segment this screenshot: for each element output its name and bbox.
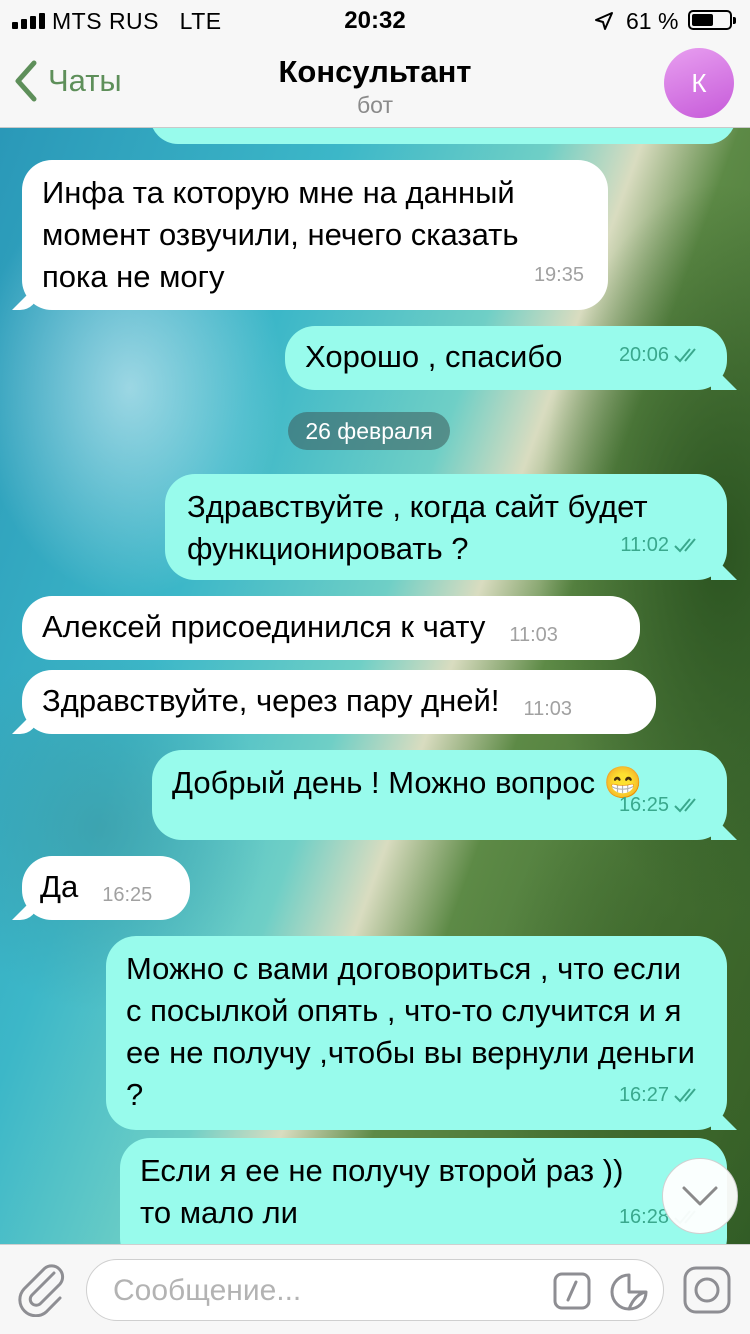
message-text: Здравствуйте, через пару дней! 11:03 bbox=[42, 683, 573, 720]
slash-command-icon bbox=[553, 1272, 591, 1310]
message-text: Если я ее не получу второй раз )) то мал… bbox=[140, 1153, 624, 1230]
double-check-icon bbox=[674, 1088, 696, 1103]
paperclip-icon bbox=[18, 1264, 65, 1318]
message-field[interactable] bbox=[86, 1259, 664, 1321]
message-bubble-incoming[interactable]: Инфа та которую мне на данный момент озв… bbox=[22, 160, 608, 310]
message-bubble-outgoing[interactable]: Если я ее не получу второй раз )) то мал… bbox=[120, 1138, 727, 1244]
message-time: 16:25 bbox=[102, 884, 153, 906]
message-time: 19:35 bbox=[533, 264, 584, 286]
message-bubble-incoming[interactable]: Алексей присоединился к чату 11:03 bbox=[22, 596, 640, 660]
attach-button[interactable] bbox=[16, 1263, 68, 1322]
chat-subtitle: бот bbox=[357, 92, 393, 118]
message-bubble-incoming[interactable]: Да 16:25 bbox=[22, 856, 190, 920]
message-time: 16:25 bbox=[619, 784, 703, 826]
message-time: 11:03 bbox=[509, 624, 558, 646]
message-time: 11:02 bbox=[620, 524, 703, 566]
message-bubble-outgoing[interactable]: Здравствуйте , когда сайт будет функцион… bbox=[165, 474, 727, 580]
message-time: 16:27 bbox=[619, 1074, 703, 1116]
location-arrow-icon bbox=[594, 10, 614, 37]
double-check-icon bbox=[674, 798, 696, 813]
message-text: Можно с вами договориться , что если с п… bbox=[126, 951, 695, 1112]
battery-percent: 61 % bbox=[626, 8, 679, 34]
double-check-icon bbox=[674, 538, 696, 553]
message-bubble-partial bbox=[150, 128, 736, 144]
message-bubble-outgoing[interactable]: Добрый день ! Можно вопрос 😁 16:25 bbox=[152, 750, 727, 840]
chat-header: Чаты Консультант бот К bbox=[0, 40, 750, 128]
message-input[interactable] bbox=[111, 1270, 535, 1312]
message-bubble-incoming[interactable]: Здравствуйте, через пару дней! 11:03 bbox=[22, 670, 656, 734]
avatar-letter: К bbox=[691, 67, 707, 98]
battery-icon bbox=[688, 10, 736, 30]
date-separator: 26 февраля bbox=[288, 412, 450, 450]
camera-icon bbox=[683, 1266, 731, 1314]
sticker-icon bbox=[610, 1273, 648, 1311]
status-bar: MTS RUS LTE 20:32 61 % bbox=[0, 0, 750, 40]
scroll-to-bottom-button[interactable] bbox=[662, 1158, 738, 1234]
message-text: Алексей присоединился к чату 11:03 bbox=[42, 609, 558, 646]
chevron-down-icon bbox=[682, 1186, 718, 1206]
message-text: Инфа та которую мне на данный момент озв… bbox=[42, 175, 519, 294]
message-text: Да 16:25 bbox=[40, 869, 153, 906]
message-bubble-outgoing[interactable]: Можно с вами договориться , что если с п… bbox=[106, 936, 727, 1130]
sticker-button[interactable] bbox=[609, 1272, 649, 1317]
chat-title[interactable]: Консультант bbox=[0, 54, 750, 90]
message-bubble-outgoing[interactable]: Хорошо , спасибо 20:06 bbox=[285, 326, 727, 390]
message-time: 20:06 bbox=[619, 334, 703, 376]
message-input-bar bbox=[0, 1244, 750, 1334]
message-time: 11:03 bbox=[523, 698, 573, 720]
avatar[interactable]: К bbox=[664, 48, 734, 118]
chat-history[interactable]: Инфа та которую мне на данный момент озв… bbox=[0, 128, 750, 1244]
bot-commands-button[interactable] bbox=[553, 1272, 591, 1315]
double-check-icon bbox=[674, 348, 696, 363]
video-message-button[interactable] bbox=[682, 1265, 732, 1320]
